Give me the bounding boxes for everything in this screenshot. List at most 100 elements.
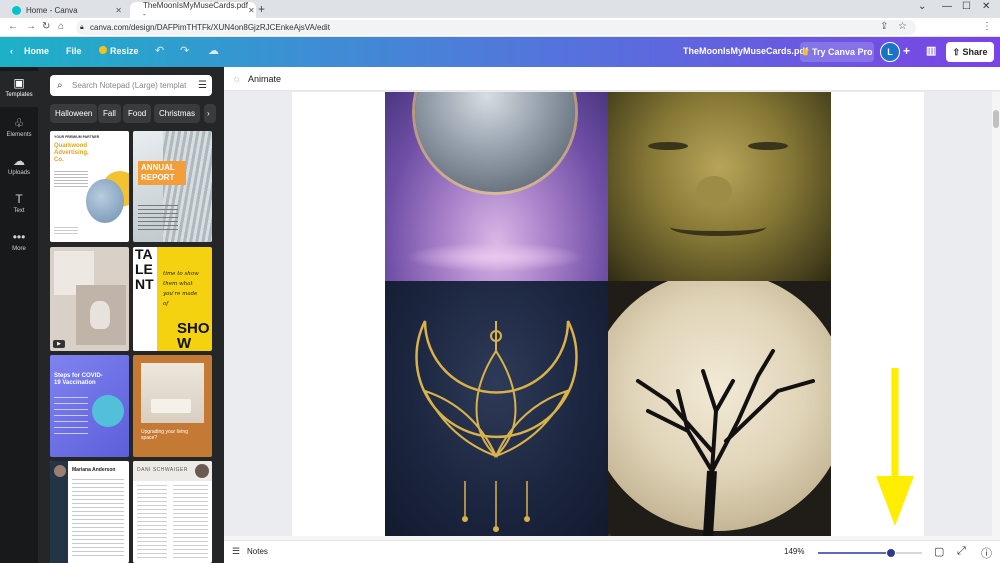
share-label: Share [962, 47, 988, 57]
help-icon[interactable]: ⓘ [981, 545, 992, 561]
template-body-lines [138, 205, 178, 231]
template-thumbnail[interactable]: Upgrading your living space? [133, 355, 212, 457]
template-thumbnail[interactable]: Steps for COVID-19 Vaccination [50, 355, 129, 457]
buddha-left-eye [648, 142, 688, 150]
home-icon[interactable]: ⌂ [58, 21, 64, 32]
template-thumbnail[interactable]: ANNUAL REPORT [133, 131, 212, 242]
vertical-scrollbar[interactable] [992, 92, 1000, 536]
chip-fall[interactable]: Fall [98, 104, 121, 123]
resize-button[interactable]: Resize [110, 46, 139, 56]
chevron-down-icon[interactable]: ⌄ [918, 1, 926, 12]
template-tagline: time to show them what you're made of [163, 271, 199, 307]
scrollbar-thumb[interactable] [993, 110, 999, 128]
moon-card-purple[interactable] [385, 92, 608, 281]
crown-icon [99, 46, 107, 56]
insights-chart-icon[interactable]: ▥ [926, 44, 936, 57]
animate-button[interactable]: ◌ Animate [224, 67, 1000, 91]
template-left-lines [137, 485, 167, 559]
share-button[interactable]: ⇧ Share [946, 42, 994, 62]
chip-christmas[interactable]: Christmas [154, 104, 201, 123]
filter-icon[interactable]: ☰ [198, 75, 207, 96]
template-thumbnail[interactable]: TALENT time to show them what you're mad… [133, 247, 212, 351]
rail-item-templates[interactable]: ▣ Templates [0, 71, 38, 107]
minimize-icon[interactable]: — [942, 1, 952, 12]
template-thumbnail[interactable]: ▶ [50, 247, 129, 351]
notes-button[interactable]: Notes [247, 547, 268, 556]
video-play-icon: ▶ [53, 340, 65, 348]
template-footer-lines [54, 227, 78, 235]
file-menu-button[interactable]: File [66, 46, 82, 56]
try-canva-pro-button[interactable]: ♛ Try Canva Pro [800, 42, 874, 62]
template-thumbnail[interactable]: DANI SCHWAIGER [133, 461, 212, 563]
rail-item-text[interactable]: T Text [0, 187, 38, 223]
rail-item-uploads[interactable]: ☁ Uploads [0, 149, 38, 185]
template-big-word: TALENT [135, 247, 154, 292]
chip-food[interactable]: Food [123, 104, 152, 123]
bookmark-star-icon[interactable]: ☆ [898, 21, 907, 32]
rail-item-label: Uploads [7, 170, 30, 176]
home-button[interactable]: Home [24, 46, 49, 56]
templates-panel: ⌕ Search Notepad (Large) templat ☰ Hallo… [38, 67, 224, 563]
close-window-icon[interactable]: ✕ [982, 1, 990, 12]
new-tab-icon[interactable]: + [258, 2, 265, 16]
search-input[interactable]: ⌕ Search Notepad (Large) templat ☰ [50, 75, 212, 96]
template-thumbnail[interactable]: Mariana Anderson [50, 461, 129, 563]
grey-moon-shape [415, 92, 575, 192]
buddha-right-eye [748, 142, 788, 150]
full-moon-tree-card[interactable] [608, 281, 831, 536]
chevron-left-icon[interactable]: ‹ [10, 46, 13, 56]
document-title[interactable]: TheMoonIsMyMuseCards.pdf [683, 46, 808, 56]
zoom-slider-knob[interactable] [885, 548, 896, 558]
template-illustration [92, 395, 124, 427]
animate-label: Animate [248, 74, 282, 84]
template-room-image [141, 363, 204, 423]
share-page-icon[interactable]: ⇪ [880, 21, 888, 32]
forward-icon[interactable]: → [26, 21, 36, 32]
template-show-word: SHOW [177, 320, 210, 351]
zoom-slider[interactable] [818, 548, 922, 558]
editor-footer: ☰ Notes 149% ▢ ⤢ ⓘ [224, 540, 1000, 563]
close-tab-icon[interactable]: ✕ [248, 6, 255, 15]
bare-tree-silhouette [636, 349, 815, 536]
fullscreen-icon[interactable]: ⤢ [957, 545, 966, 558]
template-title: Steps for COVID-19 Vaccination [54, 373, 103, 386]
template-name: Mariana Anderson [72, 467, 116, 473]
rail-item-more[interactable]: ••• More [0, 225, 38, 261]
zoom-slider-fill [818, 552, 891, 554]
template-thumbnail[interactable]: YOUR PREMIUM PARTNER Quarkwood Advertisi… [50, 131, 129, 242]
templates-icon: ▣ [13, 76, 25, 90]
reload-icon[interactable]: ↻ [42, 21, 50, 32]
buddha-nose [696, 176, 732, 206]
add-collaborator-icon[interactable]: + [903, 44, 910, 58]
browser-tab-home[interactable]: Home - Canva ✕ [4, 2, 130, 18]
browser-tab-design[interactable]: TheMoonIsMyMuseCards.pdf - ✕ [130, 1, 256, 19]
close-tab-icon[interactable]: ✕ [115, 6, 122, 15]
uploads-icon: ☁ [13, 154, 25, 168]
browser-menu-icon[interactable]: ⋮ [982, 21, 992, 32]
zoom-percentage[interactable]: 149% [784, 547, 804, 556]
buddha-card[interactable] [608, 92, 831, 281]
avatar[interactable]: L [880, 42, 900, 62]
back-icon[interactable]: ← [8, 21, 18, 32]
rail-item-label: More [12, 246, 26, 252]
template-title: Quarkwood Advertising, Co. [54, 143, 89, 163]
address-bar-row: ← → ↻ ⌂ 🔒︎ canva.com/design/DAFPimTHTFk/… [0, 18, 1000, 37]
text-icon: T [15, 192, 23, 206]
cloud-save-icon[interactable]: ☁ [208, 44, 219, 57]
undo-icon[interactable]: ↶ [155, 44, 164, 57]
editor-toolbar: ‹ Home File Resize ↶ ↷ ☁ TheMoonIsMyMuse… [0, 37, 1000, 67]
url-field[interactable]: 🔒︎ canva.com/design/DAFPimTHTFk/XUN4on8G… [76, 20, 916, 35]
design-page[interactable] [292, 92, 924, 536]
rail-item-elements[interactable]: ♧ Elements [0, 111, 38, 147]
browser-tab-title: Home - Canva [26, 5, 78, 15]
crown-icon: ♛ [801, 47, 810, 57]
chip-halloween[interactable]: Halloween [50, 104, 98, 123]
crescent-lotus-card[interactable] [385, 281, 608, 536]
template-body-lines [72, 479, 124, 559]
page-grid-icon[interactable]: ▢ [934, 545, 944, 558]
template-plant-image [86, 179, 124, 223]
redo-icon[interactable]: ↷ [180, 44, 189, 57]
maximize-icon[interactable]: ☐ [962, 1, 971, 12]
chips-scroll-right-icon[interactable]: › [204, 104, 216, 123]
url-text: canva.com/design/DAFPimTHTFk/XUN4on8GjzR… [90, 23, 330, 32]
